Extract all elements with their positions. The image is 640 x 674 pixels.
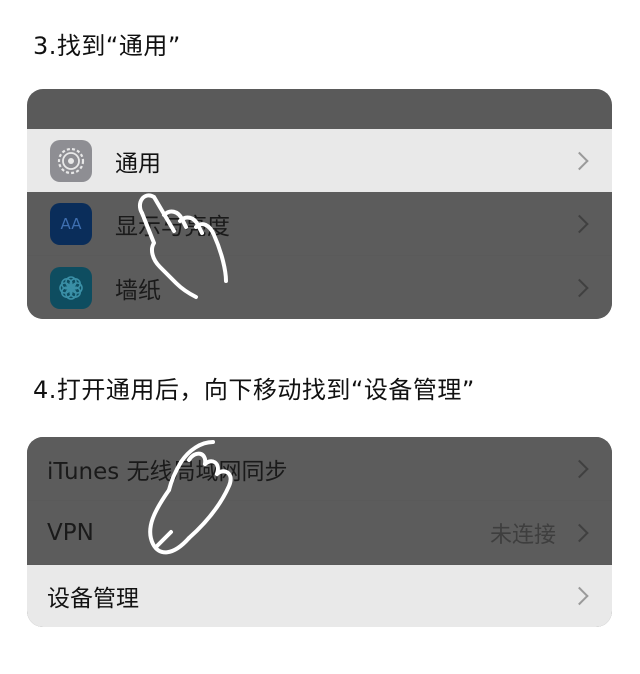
settings-row-label: VPN	[47, 519, 94, 546]
settings-row-wallpaper[interactable]: 墙纸	[27, 256, 612, 319]
wallpaper-flower-icon	[50, 266, 92, 309]
gear-icon	[50, 139, 92, 182]
chevron-right-icon	[570, 523, 589, 542]
settings-row-label: 显示与亮度	[115, 213, 230, 240]
chevron-right-icon	[570, 151, 589, 170]
chevron-right-icon	[570, 459, 589, 478]
settings-row-itunes-wifi-sync[interactable]: iTunes 无线局域网同步	[27, 437, 612, 500]
settings-row-label: 设备管理	[47, 586, 139, 612]
display-icon-text: AA	[60, 214, 82, 233]
settings-list-device-management: iTunes 无线局域网同步 VPN 未连接 设备管理	[27, 437, 612, 627]
settings-row-label: 墙纸	[115, 277, 161, 304]
vpn-status-value: 未连接	[489, 522, 556, 548]
settings-row-label: 通用	[115, 150, 161, 177]
settings-row-vpn[interactable]: VPN 未连接	[27, 501, 612, 564]
chevron-right-icon	[570, 278, 589, 297]
settings-list-general: 通用 AA 显示与亮度 墙纸	[27, 89, 612, 319]
settings-row-general[interactable]: 通用	[27, 129, 612, 192]
settings-row-label: iTunes 无线局域网同步	[47, 458, 288, 485]
settings-row-device-management[interactable]: 设备管理	[27, 565, 612, 627]
chevron-right-icon	[570, 214, 589, 233]
settings-row-display-brightness[interactable]: AA 显示与亮度	[27, 192, 612, 255]
chevron-right-icon	[570, 586, 589, 606]
display-brightness-icon: AA	[50, 202, 92, 245]
step4-instruction: 4.打开通用后，向下移动找到“设备管理”	[33, 376, 475, 404]
step3-instruction: 3.找到“通用”	[33, 32, 181, 60]
